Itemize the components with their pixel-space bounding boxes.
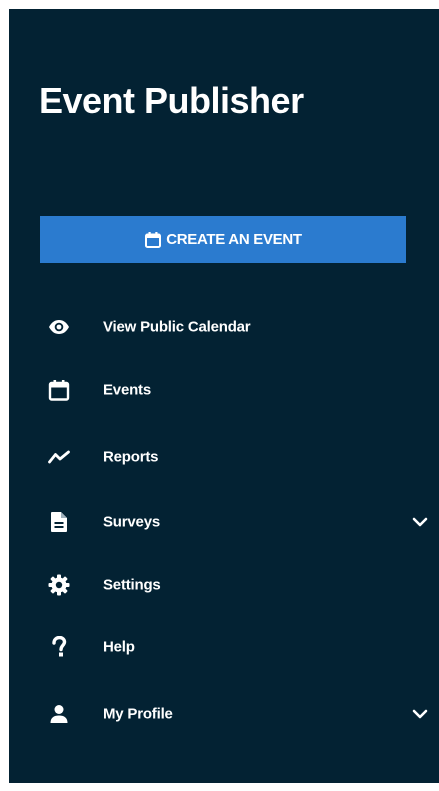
nav-item-label: My Profile bbox=[103, 705, 173, 723]
nav-item-reports[interactable]: Reports bbox=[9, 435, 439, 479]
sidebar: Event Publisher CREATE AN EVENT View Pub… bbox=[9, 9, 439, 783]
question-mark-icon bbox=[47, 635, 71, 659]
chevron-down-icon[interactable] bbox=[411, 705, 429, 723]
create-event-label: CREATE AN EVENT bbox=[166, 231, 302, 248]
nav-item-events[interactable]: Events bbox=[9, 368, 439, 412]
calendar-icon bbox=[145, 231, 162, 248]
nav-item-settings[interactable]: Settings bbox=[9, 563, 439, 607]
create-event-button[interactable]: CREATE AN EVENT bbox=[40, 216, 406, 263]
chevron-down-icon[interactable] bbox=[411, 513, 429, 531]
nav-item-label: Help bbox=[103, 638, 135, 656]
document-icon bbox=[47, 510, 71, 534]
nav-item-label: Reports bbox=[103, 448, 159, 466]
gear-icon bbox=[47, 573, 71, 597]
calendar-icon bbox=[47, 378, 71, 402]
nav-item-label: Settings bbox=[103, 576, 161, 594]
trend-line-icon bbox=[47, 445, 71, 469]
nav-item-view-public-calendar[interactable]: View Public Calendar bbox=[9, 305, 439, 349]
eye-icon bbox=[47, 315, 71, 339]
nav-item-label: Surveys bbox=[103, 513, 160, 531]
nav-item-label: Events bbox=[103, 381, 151, 399]
nav-item-label: View Public Calendar bbox=[103, 318, 251, 336]
nav-item-help[interactable]: Help bbox=[9, 625, 439, 669]
user-icon bbox=[47, 702, 71, 726]
nav-item-my-profile[interactable]: My Profile bbox=[9, 692, 439, 736]
app-title: Event Publisher bbox=[39, 80, 304, 121]
nav-item-surveys[interactable]: Surveys bbox=[9, 500, 439, 544]
